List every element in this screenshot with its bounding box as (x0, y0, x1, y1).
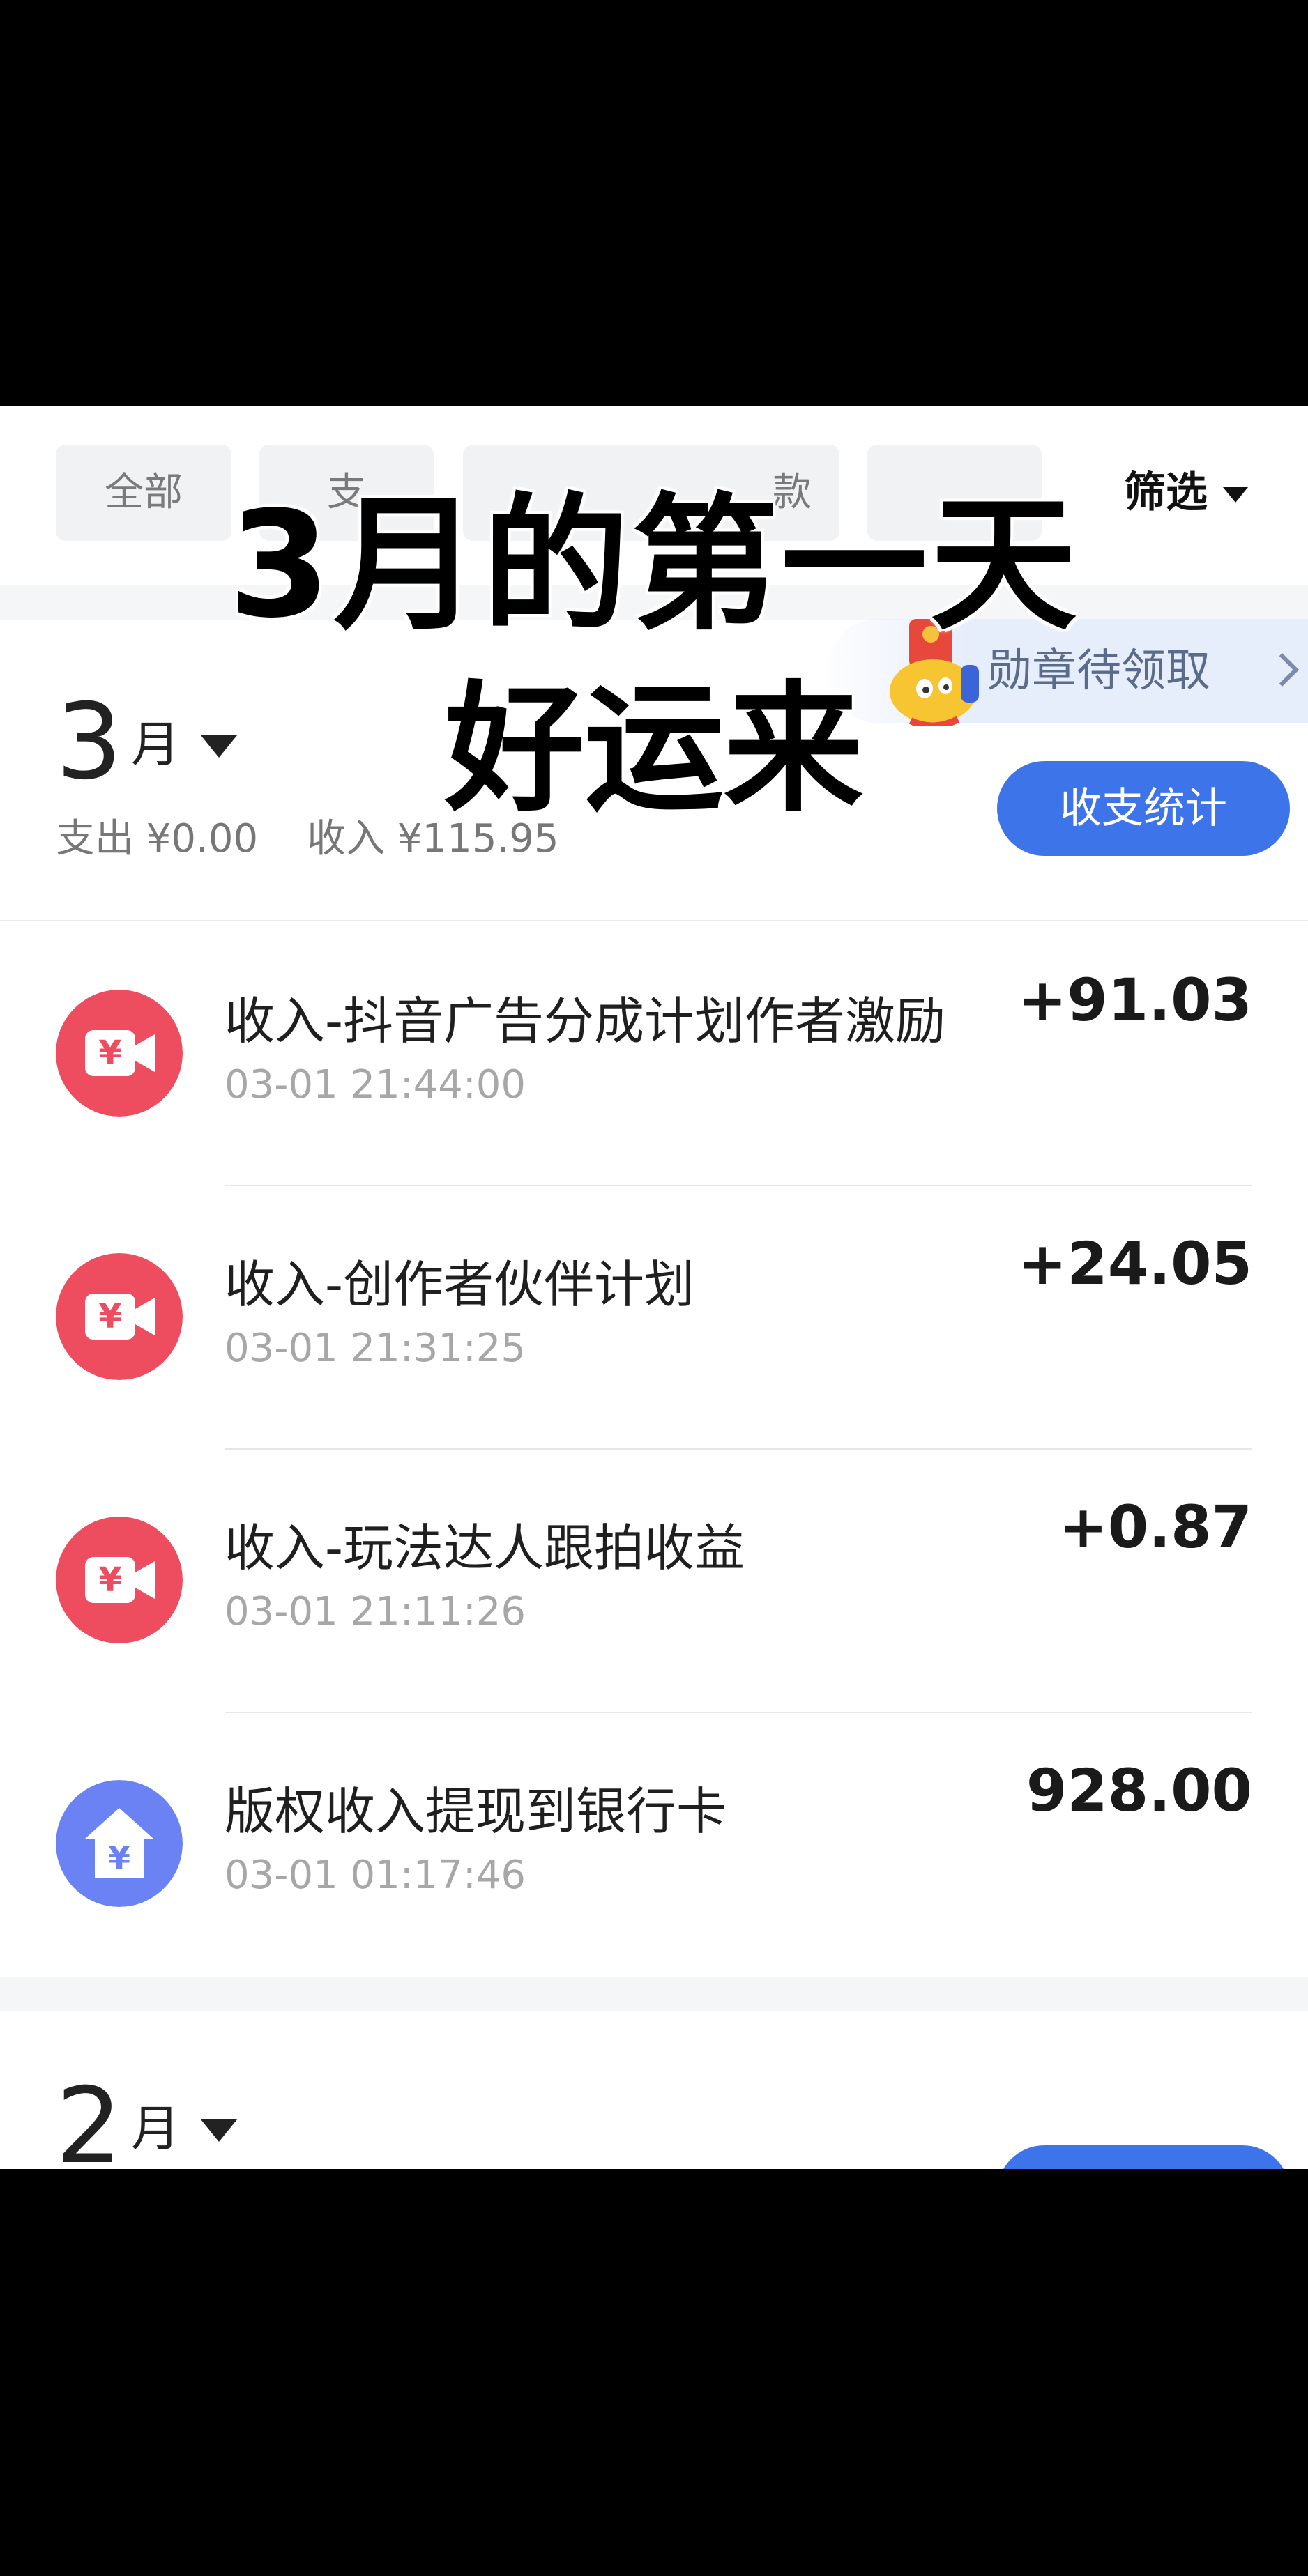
transaction-title: 收入-玩法达人跟拍收益 (225, 1519, 745, 1577)
transaction-amount: +91.03 (1017, 966, 1252, 1034)
overlay-caption-line1: 3月的第一天 (228, 480, 1080, 650)
svg-text:¥: ¥ (108, 1839, 130, 1877)
month-number[interactable]: 2 (56, 2074, 122, 2169)
month-unit[interactable]: 月 (131, 2090, 180, 2160)
transaction-title: 收入-创作者伙伴计划 (225, 1255, 694, 1314)
transaction-title: 版权收入提现到银行卡 (225, 1782, 727, 1841)
transaction-amount: +24.05 (1017, 1229, 1252, 1298)
yuan-video-icon: ¥ (56, 1253, 183, 1380)
transaction-row[interactable]: ¥ 收入-玩法达人跟拍收益 03-01 21:11:26 +0.87 (0, 1450, 1308, 1713)
transaction-time: 03-01 21:31:25 (225, 1326, 526, 1371)
transaction-amount: 928.00 (1026, 1756, 1252, 1825)
transaction-amount: +0.87 (1058, 1493, 1252, 1561)
transaction-row[interactable]: ¥ 收入-抖音广告分成计划作者激励 03-01 21:44:00 +91.03 (0, 923, 1308, 1186)
transaction-row[interactable]: ¥ 收入-创作者伙伴计划 03-01 21:31:25 +24.05 (0, 1186, 1308, 1450)
yuan-house-icon: ¥ (56, 1780, 183, 1907)
income-expense-stats-button[interactable] (997, 2145, 1290, 2169)
svg-text:¥: ¥ (98, 1561, 121, 1600)
section-gap (0, 1977, 1308, 2011)
transaction-title: 收入-抖音广告分成计划作者激励 (225, 992, 945, 1050)
transaction-time: 03-01 21:11:26 (225, 1589, 526, 1634)
month-header-february: 2 月 (0, 2011, 1308, 2169)
transaction-time: 03-01 01:17:46 (225, 1853, 526, 1898)
yuan-video-icon: ¥ (56, 990, 183, 1117)
month-dropdown-icon[interactable] (201, 2119, 237, 2142)
transaction-time: 03-01 21:44:00 (225, 1062, 526, 1107)
yuan-video-icon: ¥ (56, 1517, 183, 1643)
overlay-caption-line2: 好运来 (444, 668, 863, 831)
wallet-screen: 全部 支 款 筛选 3 月 支出 ¥0.00 收入 ¥115.95 收支统计 勋… (0, 406, 1308, 2169)
divider (0, 920, 1308, 921)
svg-text:¥: ¥ (98, 1297, 121, 1336)
svg-text:¥: ¥ (98, 1034, 121, 1073)
transaction-row[interactable]: ¥ 版权收入提现到银行卡 03-01 01:17:46 928.00 (0, 1713, 1308, 1977)
